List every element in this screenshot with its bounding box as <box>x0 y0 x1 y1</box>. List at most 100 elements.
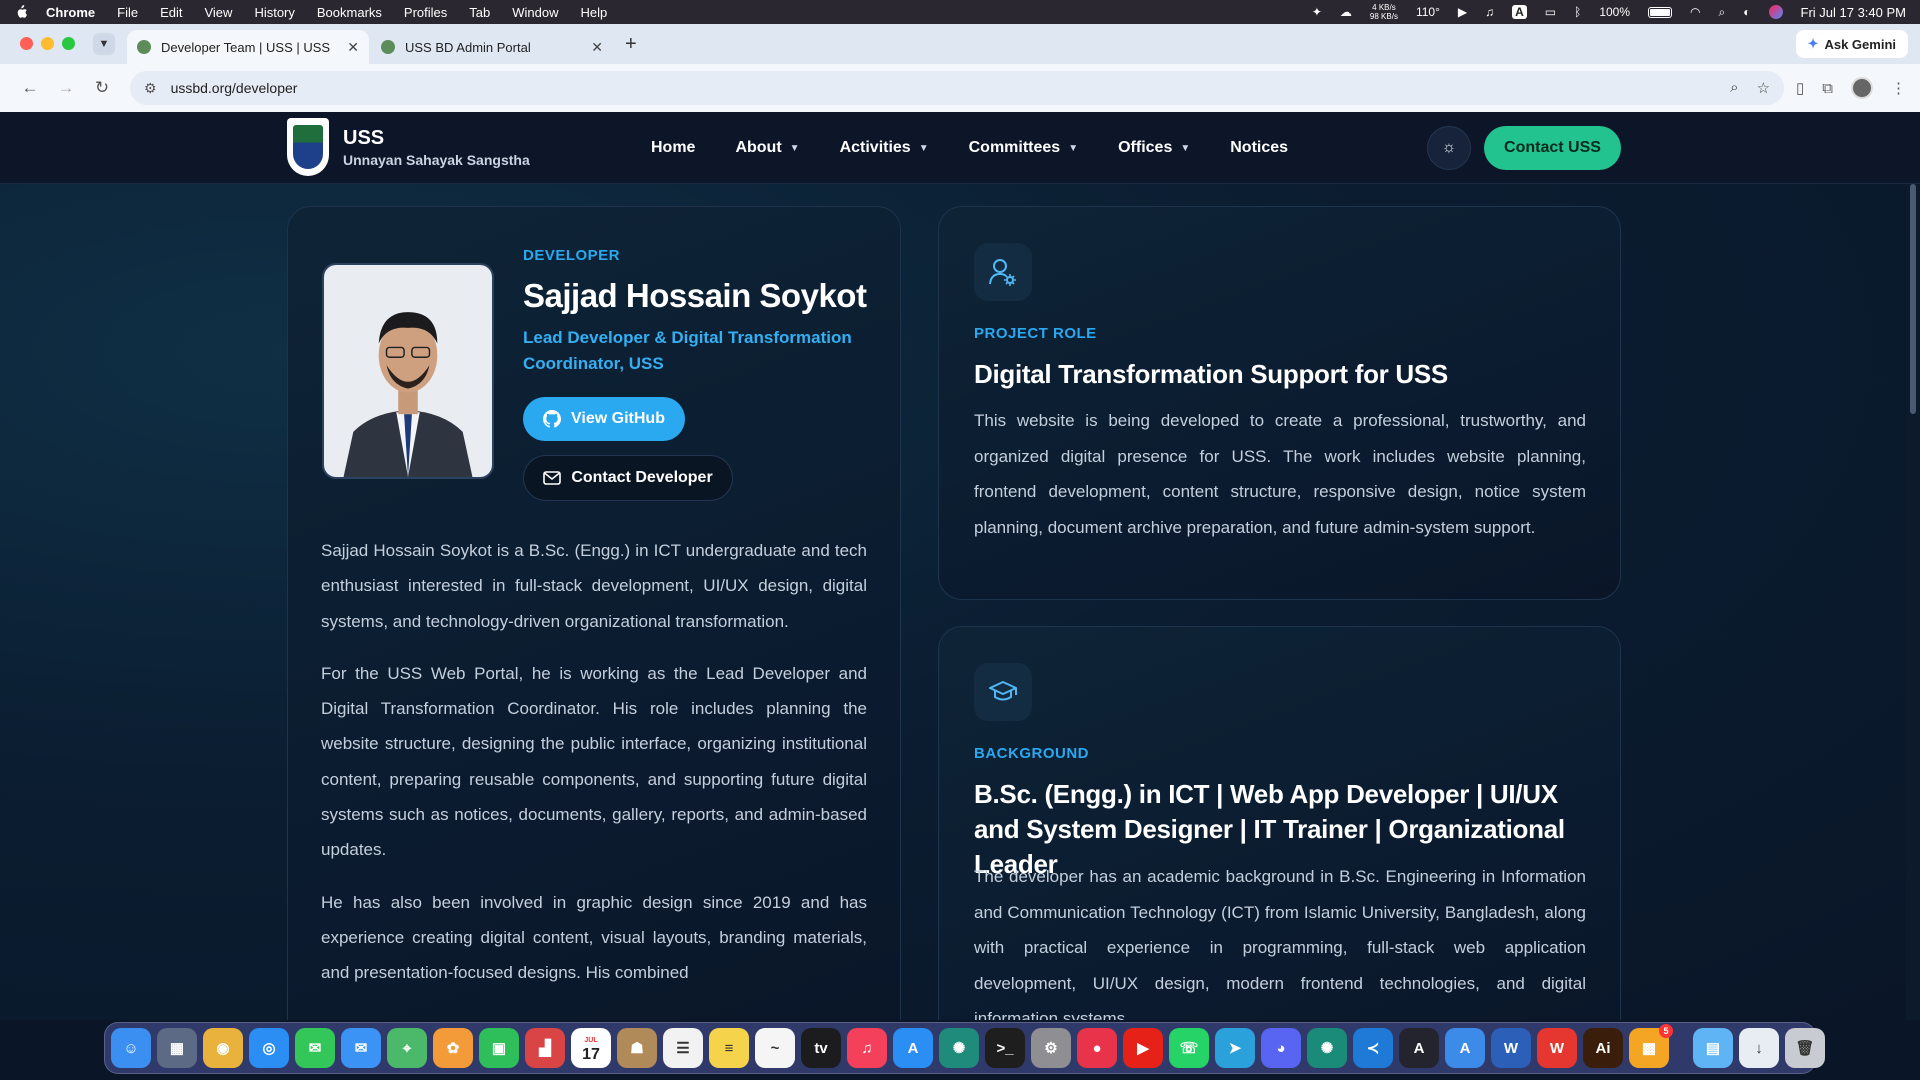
discord-icon[interactable]: ◕ <box>1261 1028 1301 1068</box>
apple-icon[interactable] <box>14 5 28 19</box>
cast-icon[interactable]: ● <box>1077 1028 1117 1068</box>
close-tab-icon[interactable]: ✕ <box>591 39 603 56</box>
mail-icon[interactable]: ✉ <box>341 1028 381 1068</box>
maximize-window-button[interactable] <box>62 37 75 50</box>
safari-icon[interactable]: ◎ <box>249 1028 289 1068</box>
more-menu-icon[interactable]: ⋮ <box>1891 79 1906 97</box>
youtube-icon[interactable]: ▶ <box>1123 1028 1163 1068</box>
menu-window[interactable]: Window <box>512 5 558 20</box>
bookmark-star-icon[interactable]: ☆ <box>1757 79 1770 97</box>
siri-icon[interactable] <box>1768 5 1783 19</box>
openai-icon[interactable]: ✺ <box>1307 1028 1347 1068</box>
nav-committees[interactable]: Committees ▼ <box>969 139 1078 157</box>
menu-app-name[interactable]: Chrome <box>46 5 95 20</box>
menu-view[interactable]: View <box>204 5 232 20</box>
scrollbar-thumb[interactable] <box>1910 184 1916 414</box>
url-text[interactable]: ussbd.org/developer <box>171 80 298 96</box>
photos-icon[interactable]: ✿ <box>433 1028 473 1068</box>
page-scrollbar[interactable] <box>1906 184 1920 1020</box>
minimize-window-button[interactable] <box>41 37 54 50</box>
cloud-icon[interactable]: ☁ <box>1340 5 1352 19</box>
chatgpt-icon[interactable]: ✺ <box>939 1028 979 1068</box>
designer-icon[interactable]: A <box>1445 1028 1485 1068</box>
new-tab-button[interactable]: + <box>615 33 647 64</box>
wps-icon[interactable]: W <box>1537 1028 1577 1068</box>
tab-admin-portal[interactable]: USS BD Admin Portal ✕ <box>371 30 613 64</box>
menu-profiles[interactable]: Profiles <box>404 5 447 20</box>
clock[interactable]: Fri Jul 17 3:40 PM <box>1801 5 1907 20</box>
nav-offices[interactable]: Offices ▼ <box>1118 139 1190 157</box>
close-tab-icon[interactable]: ✕ <box>347 39 359 56</box>
launchpad-icon[interactable]: ▦ <box>157 1028 197 1068</box>
affinity-icon[interactable]: A <box>1399 1028 1439 1068</box>
nav-activities[interactable]: Activities ▼ <box>840 139 929 157</box>
whatsapp-icon[interactable]: ☏ <box>1169 1028 1209 1068</box>
developer-name: Sajjad Hossain Soykot <box>523 277 867 314</box>
reload-button[interactable]: ↻ <box>86 72 118 104</box>
freeform-icon[interactable]: ~ <box>755 1028 795 1068</box>
wifi-icon[interactable]: ◠ <box>1690 5 1700 19</box>
menu-history[interactable]: History <box>254 5 294 20</box>
music-icon[interactable]: ♫ <box>847 1028 887 1068</box>
display-icon[interactable]: ▭ <box>1545 5 1556 19</box>
appletv-icon[interactable]: tv <box>801 1028 841 1068</box>
illustrator-icon[interactable]: Ai <box>1583 1028 1623 1068</box>
trash-icon[interactable]: 🗑 <box>1785 1028 1825 1068</box>
contact-uss-button[interactable]: Contact USS <box>1484 126 1621 170</box>
facetime-icon[interactable]: ▣ <box>479 1028 519 1068</box>
reminders-icon[interactable]: ☰ <box>663 1028 703 1068</box>
control-center-icon[interactable]: ◐ <box>1743 5 1750 19</box>
office-icon[interactable]: ▩ 5 <box>1629 1024 1673 1068</box>
net-up: 4 KB/s <box>1372 3 1396 12</box>
notes-icon[interactable]: ≡ <box>709 1028 749 1068</box>
zoom-icon[interactable]: ⌕ <box>1730 79 1738 97</box>
telegram-icon[interactable]: ➤ <box>1215 1028 1255 1068</box>
vscode-icon[interactable]: ≺ <box>1353 1028 1393 1068</box>
contact-developer-button[interactable]: Contact Developer <box>523 455 733 501</box>
spotlight-icon[interactable]: ⌕ <box>1719 5 1726 20</box>
headphones-icon[interactable]: ♫ <box>1485 5 1494 19</box>
forward-button[interactable]: → <box>50 72 82 104</box>
sparkle-icon[interactable]: ✦ <box>1312 5 1322 19</box>
appstore-icon[interactable]: A <box>893 1028 933 1068</box>
input-source-icon[interactable]: A <box>1512 5 1527 19</box>
back-button[interactable]: ← <box>14 72 46 104</box>
menu-tab[interactable]: Tab <box>469 5 490 20</box>
menu-help[interactable]: Help <box>581 5 608 20</box>
address-bar[interactable]: ⚙ ussbd.org/developer ⌕ ☆ <box>130 71 1785 105</box>
brand-logo-link[interactable]: USS Unnayan Sahayak Sangstha <box>287 118 530 176</box>
contacts-icon[interactable]: ☗ <box>617 1028 657 1068</box>
tab-search-button[interactable]: ▼ <box>93 33 115 55</box>
nav-label: Home <box>651 139 696 156</box>
calendar-icon[interactable]: JUL 17 <box>571 1028 611 1068</box>
maps-icon[interactable]: ⌖ <box>387 1028 427 1068</box>
reading-list-icon[interactable]: ▯ <box>1796 79 1804 97</box>
menu-file[interactable]: File <box>117 5 138 20</box>
chrome-tab-strip: ▼ Developer Team | USS | USS ✕ USS BD Ad… <box>0 24 1920 64</box>
nav-notices[interactable]: Notices <box>1230 139 1288 157</box>
bluetooth-icon[interactable]: ᛒ <box>1574 5 1581 19</box>
extensions-puzzle-icon[interactable]: ⧉ <box>1822 80 1833 97</box>
theme-toggle-button[interactable]: ☼ <box>1427 126 1471 170</box>
messages-icon[interactable]: ✉ <box>295 1028 335 1068</box>
menu-bookmarks[interactable]: Bookmarks <box>317 5 382 20</box>
terminal-icon[interactable]: >_ <box>985 1028 1025 1068</box>
ask-gemini-button[interactable]: ✦ Ask Gemini <box>1795 30 1908 58</box>
menu-edit[interactable]: Edit <box>160 5 182 20</box>
folder-icon[interactable]: ▤ <box>1693 1028 1733 1068</box>
chrome-icon[interactable]: ◉ <box>203 1028 243 1068</box>
nav-home[interactable]: Home <box>651 139 695 157</box>
finder-icon[interactable]: ☺ <box>111 1028 151 1068</box>
word-icon[interactable]: W <box>1491 1028 1531 1068</box>
view-github-button[interactable]: View GitHub <box>523 397 685 441</box>
nav-about[interactable]: About ▼ <box>735 139 799 157</box>
battery-icon[interactable] <box>1648 6 1673 18</box>
downloads-icon[interactable]: ↓ <box>1739 1028 1779 1068</box>
settings-icon[interactable]: ⚙ <box>1031 1028 1071 1068</box>
tab-developer-team[interactable]: Developer Team | USS | USS ✕ <box>127 30 369 64</box>
profile-avatar[interactable] <box>1851 77 1873 99</box>
site-info-icon[interactable]: ⚙ <box>144 80 157 97</box>
close-window-button[interactable] <box>20 37 33 50</box>
toolbox-icon[interactable]: ▟ <box>525 1028 565 1068</box>
play-icon[interactable]: ▶ <box>1458 5 1467 19</box>
